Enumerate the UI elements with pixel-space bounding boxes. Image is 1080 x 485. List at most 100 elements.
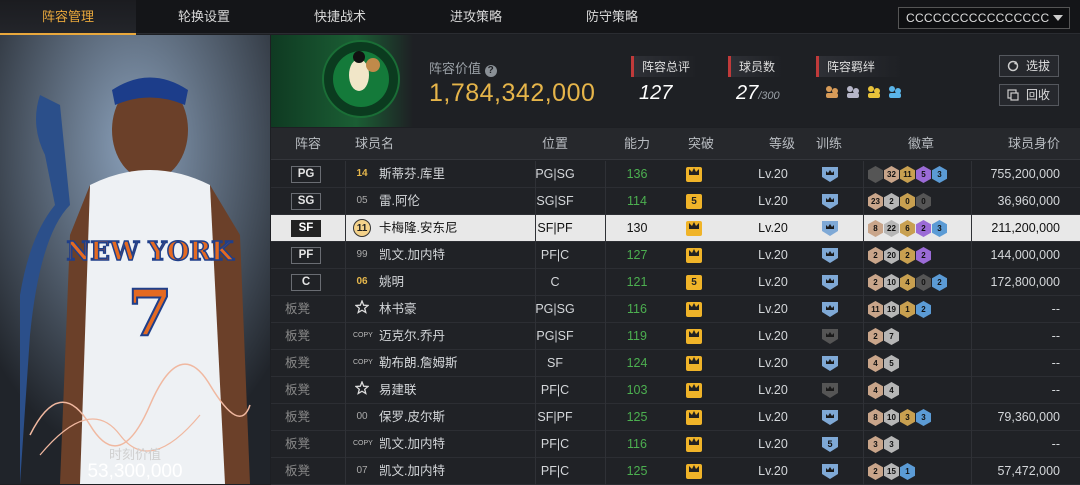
player-name[interactable]: 勒布朗.詹姆斯 [379, 350, 457, 377]
badge[interactable]: 2 [868, 463, 883, 480]
player-name[interactable]: 保罗.皮尔斯 [379, 404, 445, 431]
badge[interactable]: 1 [900, 463, 915, 480]
player-name[interactable]: 林书豪 [379, 296, 417, 323]
training-level[interactable]: 5 [820, 437, 840, 452]
badge[interactable]: 20 [884, 247, 899, 264]
table-row[interactable]: PG 14 斯蒂芬.库里 PG|SG 136 Lv.20 32 11 5 3 755,… [271, 161, 1080, 188]
account-dropdown[interactable]: CCCCCCCCCCCCCCCC [898, 7, 1070, 29]
badge[interactable]: 3 [884, 436, 899, 453]
badge[interactable]: 19 [884, 301, 899, 318]
badge[interactable]: 3 [868, 436, 883, 453]
badge[interactable]: 32 [884, 166, 899, 183]
badge[interactable]: 2 [868, 247, 883, 264]
position-slot[interactable]: C [291, 274, 321, 291]
training-shield-icon[interactable] [820, 194, 840, 209]
badge[interactable]: 4 [884, 382, 899, 399]
badge[interactable]: 15 [884, 463, 899, 480]
badge[interactable]: 7 [884, 328, 899, 345]
badge[interactable]: 8 [868, 220, 883, 237]
badge[interactable]: 22 [884, 220, 899, 237]
training-shield-icon[interactable] [820, 275, 840, 290]
badge[interactable]: 0 [916, 274, 931, 291]
position-slot[interactable]: SF [291, 220, 321, 237]
badge[interactable]: 4 [868, 382, 883, 399]
player-name[interactable]: 雷.阿伦 [379, 188, 420, 215]
badge[interactable] [868, 166, 883, 183]
training-shield-icon[interactable] [820, 221, 840, 236]
training-shield-icon[interactable] [820, 410, 840, 425]
training-shield-icon[interactable] [820, 383, 840, 398]
training-shield-icon[interactable] [820, 167, 840, 182]
badge[interactable]: 2 [916, 247, 931, 264]
player-name[interactable]: 凯文.加内特 [379, 431, 445, 458]
badge[interactable]: 2 [868, 274, 883, 291]
table-row[interactable]: 板凳 07 凯文.加内特 PF|C 125 Lv.20 2 15 1 57,472,… [271, 458, 1080, 485]
training-shield-icon[interactable] [820, 356, 840, 371]
table-row[interactable]: 板凳 COPY 迈克尔.乔丹 PG|SF 119 Lv.20 27 -- [271, 323, 1080, 350]
bond-people-icon[interactable] [824, 84, 840, 100]
badge[interactable]: 5 [884, 355, 899, 372]
badge[interactable]: 4 [900, 274, 915, 291]
table-row[interactable]: C 06 姚明 C 121 5 Lv.20 2 10 4 0 2 172,800,000 [271, 269, 1080, 296]
player-name[interactable]: 凯文.加内特 [379, 458, 445, 485]
table-row[interactable]: PF 99 凯文.加内特 PF|C 127 Lv.20 2 20 2 2 144,00… [271, 242, 1080, 269]
column-header[interactable]: 阵容 [271, 128, 345, 160]
position-slot[interactable]: PG [291, 166, 321, 183]
table-row[interactable]: 板凳 COPY 凯文.加内特 PF|C 116 Lv.20 5 33 -- [271, 431, 1080, 458]
column-header[interactable]: 球员名 [355, 128, 485, 160]
tab-3[interactable]: 进攻策略 [408, 0, 544, 34]
badge[interactable]: 2 [916, 301, 931, 318]
tab-2[interactable]: 快捷战术 [272, 0, 408, 34]
badge[interactable]: 5 [916, 166, 931, 183]
training-shield-icon[interactable] [820, 329, 840, 344]
player-name[interactable]: 斯蒂芬.库里 [379, 161, 445, 188]
badge[interactable]: 6 [900, 220, 915, 237]
position-slot[interactable]: SG [291, 193, 321, 210]
select-button[interactable]: 选拔 [999, 55, 1059, 77]
training-shield-icon[interactable] [820, 248, 840, 263]
tab-4[interactable]: 防守策略 [544, 0, 680, 34]
table-row[interactable]: SF 11 卡梅隆.安东尼 SF|PF 130 Lv.20 8 22 6 2 3 211… [271, 215, 1080, 242]
badge[interactable]: 10 [884, 409, 899, 426]
badge[interactable]: 2 [916, 220, 931, 237]
badge[interactable]: 1 [900, 301, 915, 318]
bond-people-icon[interactable] [866, 84, 882, 100]
badge[interactable]: 8 [868, 409, 883, 426]
player-name[interactable]: 卡梅隆.安东尼 [379, 215, 457, 242]
recycle-button[interactable]: 回收 [999, 84, 1059, 106]
player-name[interactable]: 迈克尔.乔丹 [379, 323, 445, 350]
player-name[interactable]: 易建联 [379, 377, 417, 404]
featured-player-card[interactable]: NEW YORK 7 时刻价值 53,300,000 [0, 35, 270, 484]
badge[interactable]: 3 [932, 220, 947, 237]
player-name[interactable]: 姚明 [379, 269, 404, 296]
column-header[interactable]: 能力 [605, 128, 669, 160]
training-shield-icon[interactable] [820, 464, 840, 479]
bond-people-icon[interactable] [887, 84, 903, 100]
table-row[interactable]: SG 05 雷.阿伦 SG|SF 114 5 Lv.20 23 2 0 0 36,96… [271, 188, 1080, 215]
badge[interactable]: 3 [916, 409, 931, 426]
badge[interactable]: 10 [884, 274, 899, 291]
help-icon[interactable]: ? [484, 65, 497, 77]
badge[interactable]: 4 [868, 355, 883, 372]
table-row[interactable]: 板凳 易建联 PF|C 103 Lv.20 44 -- [271, 377, 1080, 404]
player-name[interactable]: 凯文.加内特 [379, 242, 445, 269]
table-row[interactable]: 板凳 林书豪 PG|SG 116 Lv.20 11 19 1 2 -- [271, 296, 1080, 323]
training-shield-icon[interactable] [820, 302, 840, 317]
column-header[interactable]: 训练 [799, 128, 859, 160]
table-row[interactable]: 板凳 00 保罗.皮尔斯 SF|PF 125 Lv.20 8 10 3 3 79,36… [271, 404, 1080, 431]
badge[interactable]: 2 [868, 328, 883, 345]
position-slot[interactable]: PF [291, 247, 321, 264]
badge[interactable]: 0 [916, 193, 931, 210]
badge[interactable]: 2 [900, 247, 915, 264]
badge[interactable]: 3 [932, 166, 947, 183]
column-header[interactable]: 突破 [669, 128, 733, 160]
table-row[interactable]: 板凳 COPY 勒布朗.詹姆斯 SF 124 Lv.20 45 -- [271, 350, 1080, 377]
tab-1[interactable]: 轮换设置 [136, 0, 272, 34]
badge[interactable]: 23 [868, 193, 883, 210]
badge[interactable]: 2 [884, 193, 899, 210]
bond-people-icon[interactable] [845, 84, 861, 100]
tab-0[interactable]: 阵容管理 [0, 0, 136, 35]
badge[interactable]: 2 [932, 274, 947, 291]
column-header[interactable]: 球员身价 [951, 128, 1060, 160]
badge[interactable]: 0 [900, 193, 915, 210]
